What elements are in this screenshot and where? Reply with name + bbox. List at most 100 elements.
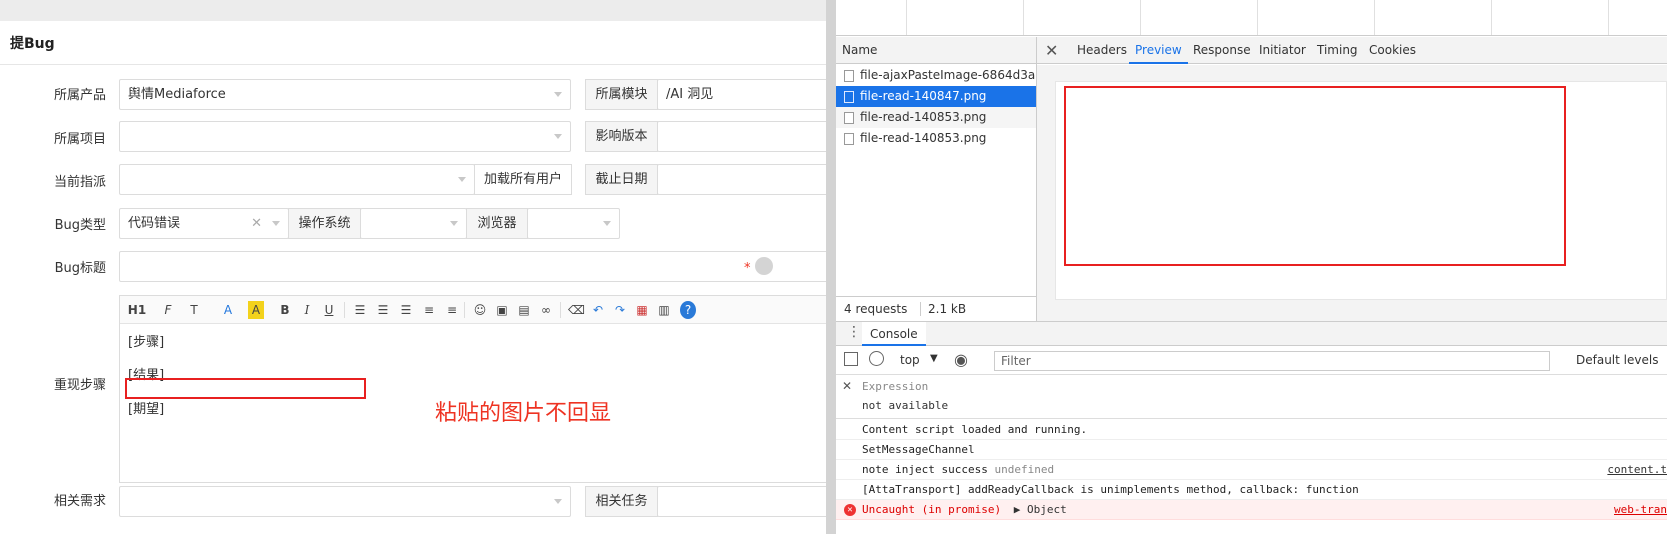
log-text: [AttaTransport] addReadyCallback is unim… <box>862 483 1359 496</box>
source-link[interactable]: content.t <box>1607 460 1667 480</box>
highlight-button[interactable]: A <box>248 301 264 319</box>
drawer-tabs: ⋮ Console <box>836 322 1667 346</box>
align-right-icon[interactable]: ☰ <box>398 301 414 319</box>
bold-button[interactable]: B <box>278 301 292 319</box>
tab-preview[interactable]: Preview <box>1129 37 1188 64</box>
italic-button[interactable]: I <box>300 301 314 319</box>
tab-timing[interactable]: Timing <box>1317 37 1358 64</box>
palette-icon[interactable] <box>755 257 773 275</box>
request-row[interactable]: file-read-140853.png <box>836 107 1036 128</box>
pane-divider[interactable] <box>826 0 836 534</box>
live-expression: ✕ Expression not available <box>836 377 1667 419</box>
error-object[interactable]: Object <box>1027 503 1067 516</box>
request-row[interactable]: file-ajaxPasteImage-6864d3a6... <box>836 65 1036 86</box>
chevron-down-icon <box>272 221 280 226</box>
levels-dropdown[interactable]: Default levels <box>1576 353 1658 367</box>
image-icon[interactable]: ▣ <box>494 301 510 319</box>
console-error: ✕ Uncaught (in promise) ▶ Object web-tra… <box>836 500 1667 520</box>
product-label: 所属产品 <box>53 88 106 103</box>
os-label: 操作系统 <box>288 208 361 239</box>
file-icon <box>844 70 854 82</box>
version-select[interactable] <box>657 121 826 152</box>
eraser-icon[interactable]: ⌫ <box>568 301 585 319</box>
link-icon[interactable]: ∞ <box>538 301 554 319</box>
paste-icon[interactable]: ▥ <box>656 301 672 319</box>
file-icon <box>844 91 854 103</box>
close-icon[interactable]: ✕ <box>1045 37 1058 64</box>
clear-icon[interactable]: ✕ <box>251 209 262 238</box>
steps-editor[interactable]: H1 F T A A B I U ☰ ☰ ☰ ≡ ≡ ☺ ▣ ▤ ∞ ⌫ ↶ ↷… <box>119 295 826 483</box>
os-select[interactable] <box>360 208 467 239</box>
heading-button[interactable]: H1 <box>126 301 148 319</box>
log-text: note inject success <box>862 463 988 476</box>
ordered-list-icon[interactable]: ≡ <box>421 301 437 319</box>
timeline-gridline <box>1374 0 1375 35</box>
bug-type-label: Bug类型 <box>54 218 106 233</box>
request-row[interactable]: file-read-140853.png <box>836 128 1036 149</box>
project-select[interactable] <box>119 121 571 152</box>
bug-title-input[interactable]: * <box>119 251 826 282</box>
eye-icon[interactable]: ◉ <box>954 350 968 369</box>
preview-highlight-box <box>1064 86 1566 266</box>
module-select[interactable]: /AI 洞见 <box>657 79 826 110</box>
font-color-button[interactable]: A <box>220 301 236 319</box>
version-label: 影响版本 <box>585 121 658 152</box>
tab-console[interactable]: Console <box>862 322 926 346</box>
assign-select[interactable] <box>119 164 475 195</box>
filter-input[interactable]: Filter <box>994 351 1550 371</box>
fullscreen-icon[interactable]: ▦ <box>634 301 650 319</box>
assign-label: 当前指派 <box>53 175 106 190</box>
bug-title-label: Bug标题 <box>54 261 106 276</box>
tab-cookies[interactable]: Cookies <box>1369 37 1416 64</box>
sidebar-toggle-icon[interactable] <box>844 352 858 366</box>
file-icon <box>844 112 854 124</box>
close-expression-icon[interactable]: ✕ <box>842 379 852 393</box>
browser-select[interactable] <box>527 208 620 239</box>
log-text: Content script loaded and running. <box>862 423 1088 436</box>
request-row[interactable]: file-read-140847.png <box>836 86 1036 107</box>
tab-initiator[interactable]: Initiator <box>1259 37 1306 64</box>
context-selector[interactable]: top <box>900 353 920 367</box>
request-name: file-ajaxPasteImage-6864d3a6... <box>860 68 1036 82</box>
align-center-icon[interactable]: ☰ <box>375 301 391 319</box>
timeline-gridline <box>1608 0 1609 35</box>
log-text: SetMessageChannel <box>862 443 975 456</box>
more-icon[interactable]: ⋮ <box>847 324 861 340</box>
timeline-gridline <box>1140 0 1141 35</box>
tab-headers[interactable]: Headers <box>1077 37 1127 64</box>
emoji-icon[interactable]: ☺ <box>472 301 488 319</box>
load-all-users-button[interactable]: 加载所有用户 <box>474 164 572 195</box>
bug-type-select[interactable]: 代码错误 ✕ <box>119 208 289 239</box>
align-left-icon[interactable]: ☰ <box>352 301 368 319</box>
network-timeline <box>836 0 1667 36</box>
clear-console-icon[interactable] <box>869 351 884 366</box>
request-list: file-ajaxPasteImage-6864d3a6... file-rea… <box>836 65 1036 295</box>
code-icon[interactable]: ▤ <box>516 301 532 319</box>
underline-button[interactable]: U <box>322 301 336 319</box>
font-size-button[interactable]: T <box>186 301 202 319</box>
related-req-select[interactable] <box>119 486 571 517</box>
page-title: 提Bug <box>10 36 55 52</box>
help-icon[interactable]: ? <box>680 301 696 319</box>
title-divider <box>0 64 826 65</box>
expand-triangle-icon[interactable]: ▶ <box>1014 503 1021 516</box>
related-req-label: 相关需求 <box>53 494 106 509</box>
detail-tabs: ✕ Headers Preview Response Initiator Tim… <box>1037 37 1667 64</box>
deadline-input[interactable] <box>657 164 826 195</box>
font-family-button[interactable]: F <box>160 301 176 319</box>
browser-label: 浏览器 <box>466 208 528 239</box>
related-task-select[interactable] <box>657 486 826 517</box>
request-count: 4 requests <box>844 302 908 316</box>
error-source-link[interactable]: web-tran <box>1614 500 1667 520</box>
bug-form-pane: 提Bug 所属产品 舆情Mediaforce 所属模块 /AI 洞见 所属项目 … <box>0 0 826 534</box>
tab-response[interactable]: Response <box>1193 37 1251 64</box>
annotation-text: 粘贴的图片不回显 <box>435 401 612 426</box>
toolbar-divider <box>560 302 561 318</box>
error-icon: ✕ <box>844 504 856 516</box>
chevron-down-icon <box>554 92 562 97</box>
product-select[interactable]: 舆情Mediaforce <box>119 79 571 110</box>
unordered-list-icon[interactable]: ≡ <box>444 301 460 319</box>
name-column-header[interactable]: Name <box>836 37 1036 64</box>
undo-icon[interactable]: ↶ <box>590 301 606 319</box>
redo-icon[interactable]: ↷ <box>612 301 628 319</box>
